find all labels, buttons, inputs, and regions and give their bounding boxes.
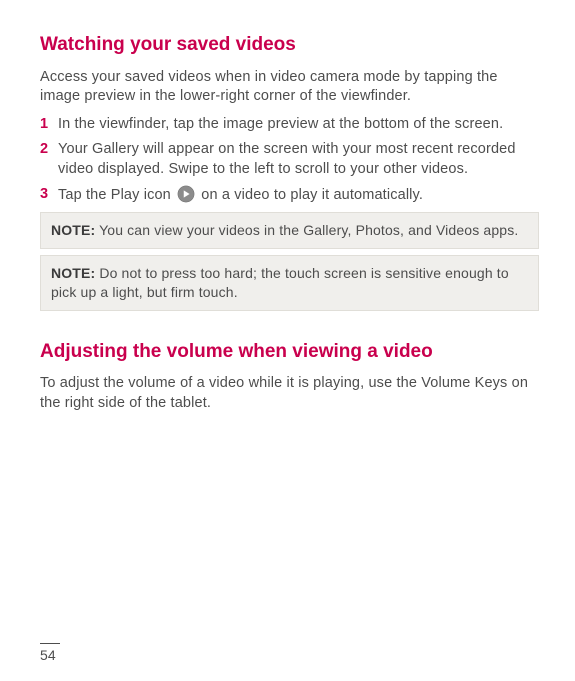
play-icon xyxy=(177,185,195,203)
step-item: 3 Tap the Play icon on a video to play i… xyxy=(40,185,539,206)
step-text: In the viewfinder, tap the image preview… xyxy=(58,115,539,135)
section-heading: Adjusting the volume when viewing a vide… xyxy=(40,339,539,365)
step-text: Tap the Play icon on a video to play it … xyxy=(58,185,539,206)
section-watching-saved-videos: Watching your saved videos Access your s… xyxy=(40,32,539,311)
step-number: 2 xyxy=(40,140,58,160)
steps-list: 1 In the viewfinder, tap the image previ… xyxy=(40,115,539,206)
note-text: Do not to press too hard; the touch scre… xyxy=(51,265,509,300)
step-number: 3 xyxy=(40,185,58,205)
note-text: You can view your videos in the Gallery,… xyxy=(95,222,518,238)
note-box: NOTE: You can view your videos in the Ga… xyxy=(40,212,539,249)
step-text: Your Gallery will appear on the screen w… xyxy=(58,140,539,179)
section-heading: Watching your saved videos xyxy=(40,32,539,58)
step-text-after: on a video to play it automatically. xyxy=(201,187,423,203)
page-number: 54 xyxy=(40,643,60,665)
section-adjusting-volume: Adjusting the volume when viewing a vide… xyxy=(40,339,539,414)
section-text: To adjust the volume of a video while it… xyxy=(40,374,539,413)
step-text-before: Tap the Play icon xyxy=(58,187,171,203)
step-item: 1 In the viewfinder, tap the image previ… xyxy=(40,115,539,135)
note-box: NOTE: Do not to press too hard; the touc… xyxy=(40,255,539,311)
step-item: 2 Your Gallery will appear on the screen… xyxy=(40,140,539,179)
note-label: NOTE: xyxy=(51,265,95,281)
step-number: 1 xyxy=(40,115,58,135)
note-label: NOTE: xyxy=(51,222,95,238)
section-intro: Access your saved videos when in video c… xyxy=(40,68,539,107)
